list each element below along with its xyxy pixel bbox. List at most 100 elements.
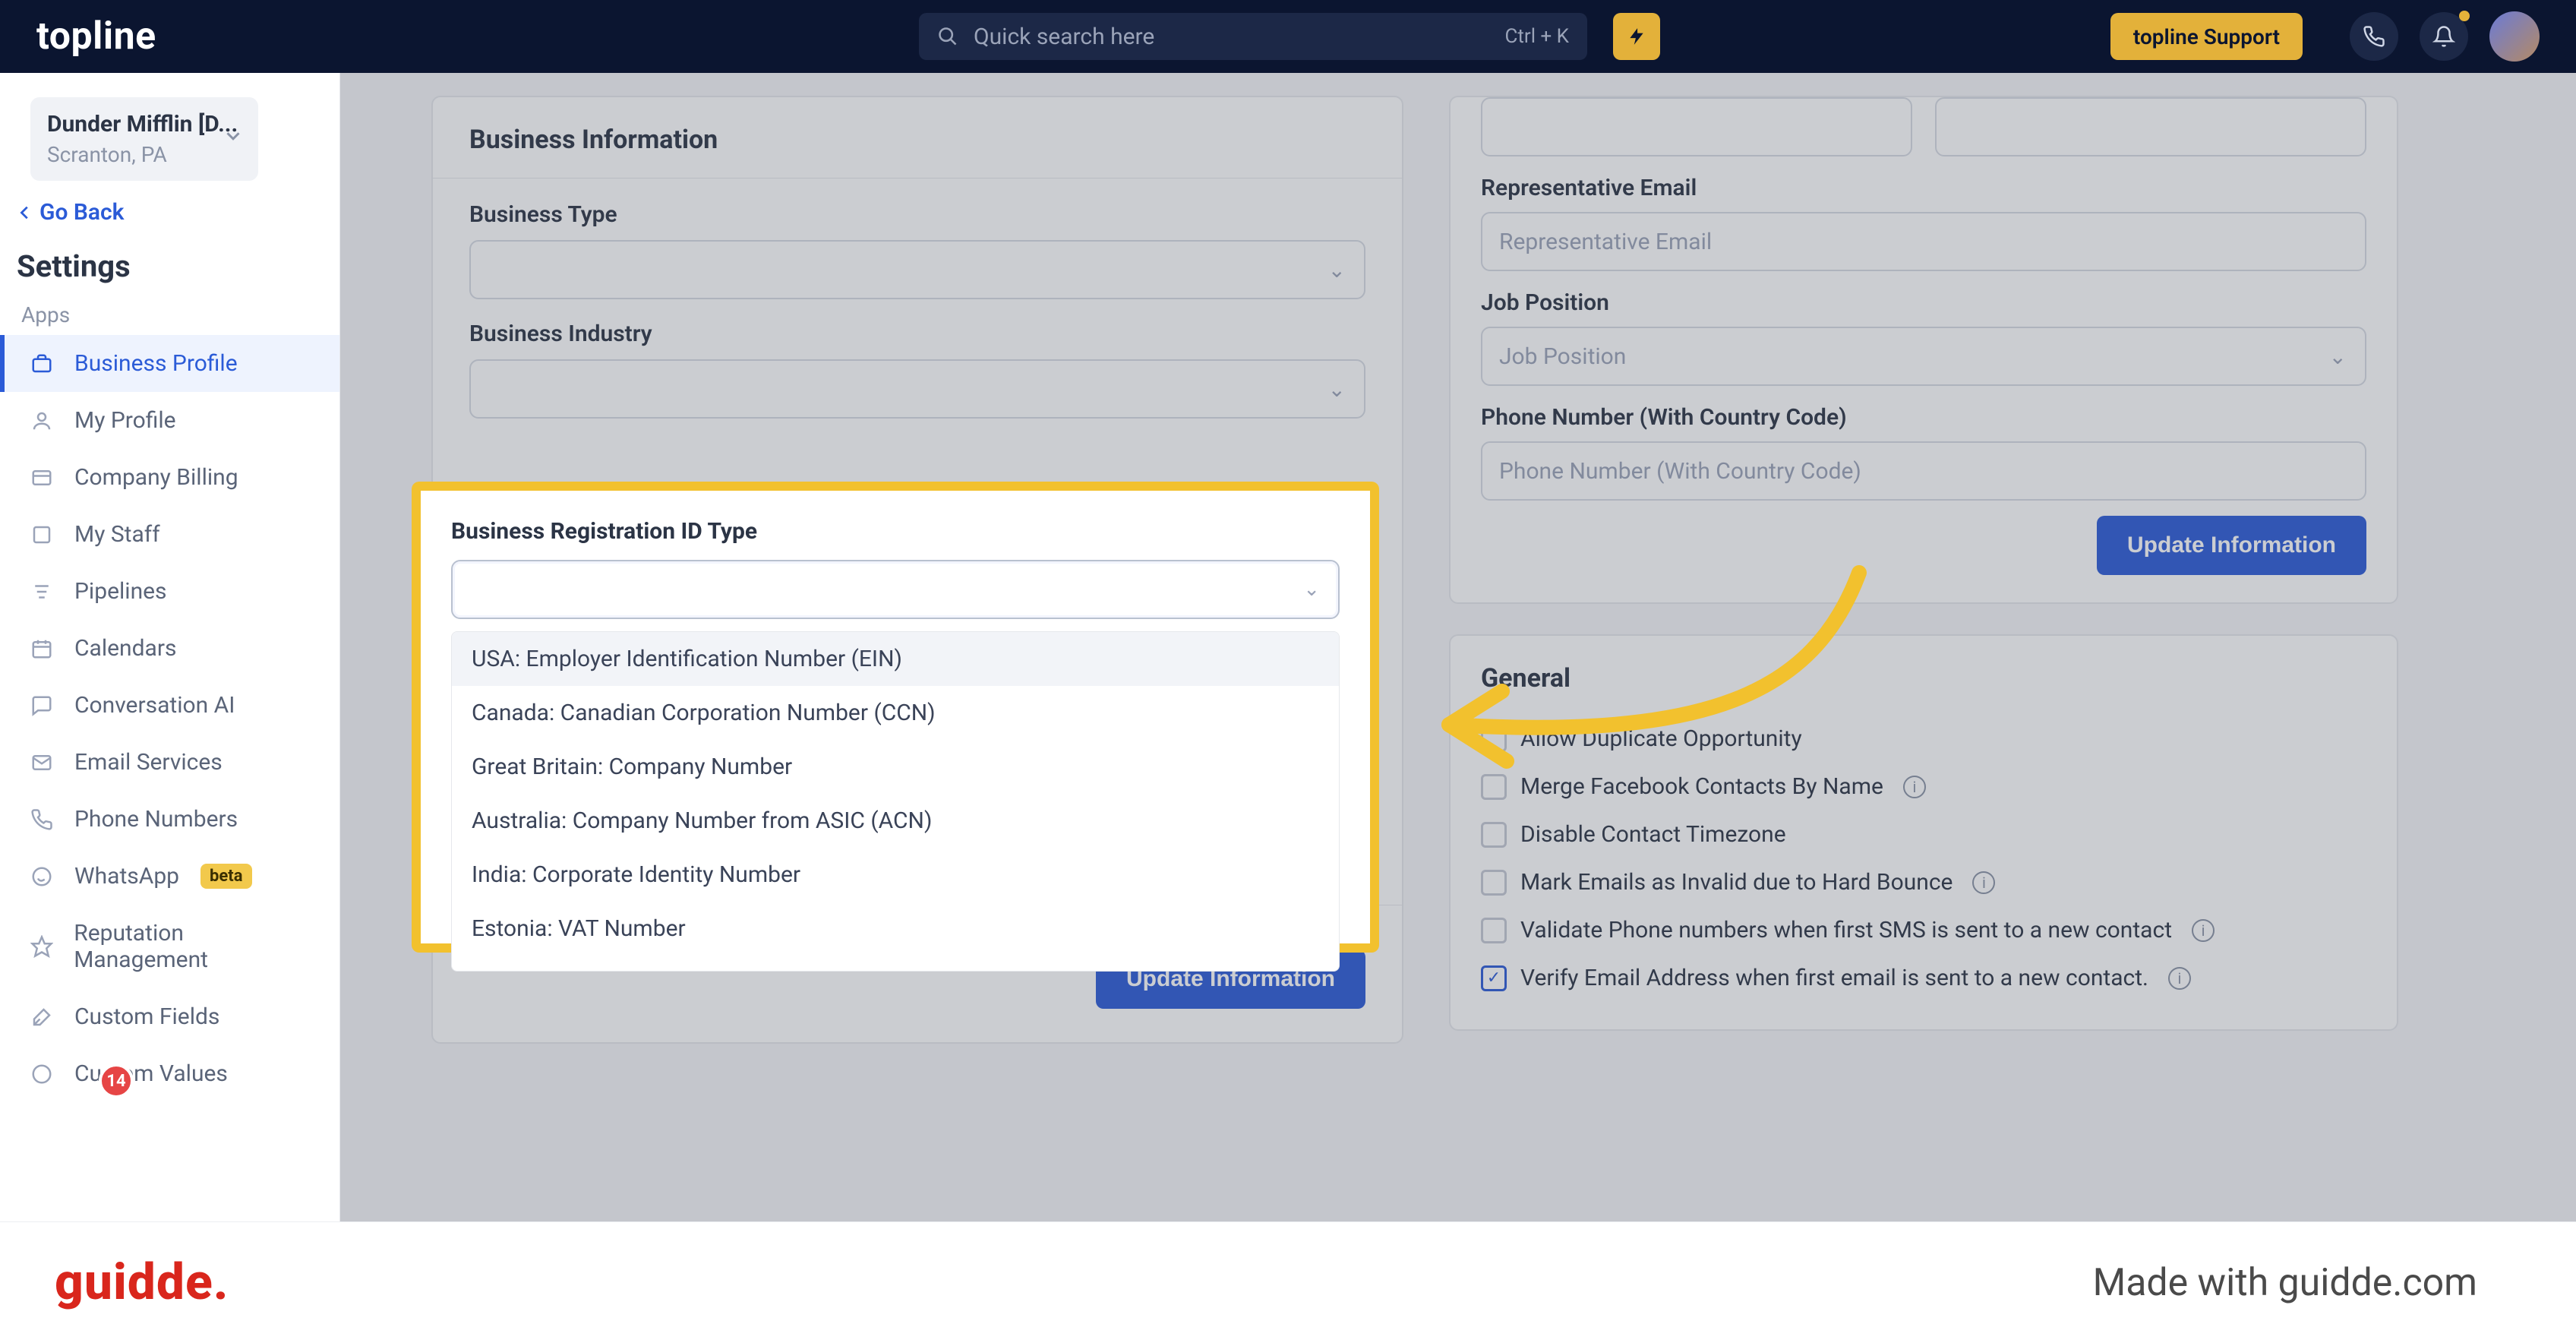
topbar: topline Quick search here Ctrl + K topli… [0, 0, 2576, 73]
nav-label: Custom Fields [74, 1003, 219, 1030]
last-name-input[interactable]: Last Name [1935, 97, 2366, 156]
dropdown-option[interactable]: Great Britain: Company Number [452, 740, 1339, 794]
nav-my-profile[interactable]: My Profile [0, 392, 339, 449]
update-label: Update Information [2127, 532, 2336, 558]
chevron-down-icon: ⌄ [1303, 578, 1320, 601]
sidebar-count-badge: 14 [99, 1063, 134, 1098]
bell-icon[interactable] [2420, 12, 2468, 61]
info-icon[interactable]: i [2168, 967, 2191, 990]
business-industry-field: Business Industry ⌄ [433, 321, 1402, 419]
workspace-name: Dunder Mifflin [D... [47, 111, 242, 137]
nav-company-billing[interactable]: Company Billing [0, 449, 339, 506]
business-type-select[interactable]: ⌄ [469, 240, 1365, 299]
chevron-down-icon [222, 125, 245, 147]
dropdown-option[interactable]: Romania: VAT Registration Number [452, 956, 1339, 972]
chevron-down-icon: ⌄ [1328, 377, 1346, 402]
nav-label: Company Billing [74, 464, 238, 491]
reg-id-type-select[interactable]: ⌄ [451, 560, 1340, 619]
phone-icon[interactable] [2350, 12, 2398, 61]
nav-business-profile[interactable]: Business Profile [0, 335, 339, 392]
go-back-link[interactable]: Go Back [17, 199, 339, 226]
bolt-button[interactable] [1613, 13, 1660, 60]
opt-mark-invalid[interactable]: ✓ Mark Emails as Invalid due to Hard Bou… [1481, 858, 2366, 906]
job-position-label: Job Position [1481, 289, 2366, 316]
chevron-down-icon: ⌄ [1328, 258, 1346, 283]
nav-whatsapp[interactable]: WhatsApp beta [0, 848, 339, 905]
briefcase-icon [30, 352, 58, 375]
annotation-arrow [1388, 482, 1965, 861]
phone-label: Phone Number (With Country Code) [1481, 404, 2366, 431]
info-icon[interactable]: i [2192, 919, 2215, 942]
notification-dot [2459, 11, 2470, 21]
go-back-label: Go Back [39, 199, 125, 226]
dropdown-option[interactable]: Australia: Company Number from ASIC (ACN… [452, 794, 1339, 848]
nav-label: Calendars [74, 635, 177, 662]
job-position-select[interactable]: Job Position ⌄ [1481, 327, 2366, 386]
dropdown-option[interactable]: USA: Employer Identification Number (EIN… [452, 632, 1339, 686]
checkbox-icon: ✓ [1481, 965, 1507, 991]
settings-title: Settings [17, 248, 339, 284]
sidebar: Dunder Mifflin [D... Scranton, PA Go Bac… [0, 73, 340, 1221]
dropdown-option[interactable]: India: Corporate Identity Number [452, 848, 1339, 902]
chevron-down-icon: ⌄ [2329, 344, 2347, 369]
first-name-input[interactable]: First Name [1481, 97, 1912, 156]
nav-label: My Staff [74, 521, 160, 548]
opt-verify-email[interactable]: ✓ Verify Email Address when first email … [1481, 954, 2366, 1002]
search-shortcut: Ctrl + K [1504, 25, 1569, 48]
opt-label: Validate Phone numbers when first SMS is… [1520, 917, 2172, 943]
nav-label: WhatsApp [74, 863, 179, 890]
app-logo: topline [36, 14, 156, 58]
avatar[interactable] [2489, 11, 2540, 62]
nav-email-services[interactable]: Email Services [0, 734, 339, 791]
nav-my-staff[interactable]: My Staff [0, 506, 339, 563]
dropdown-option[interactable]: Canada: Canadian Corporation Number (CCN… [452, 686, 1339, 740]
opt-label: Verify Email Address when first email is… [1520, 965, 2148, 991]
nav-reputation[interactable]: Reputation Management [0, 905, 339, 988]
billing-icon [30, 466, 58, 489]
update-info-button-right[interactable]: Update Information [2097, 516, 2366, 575]
beta-badge: beta [200, 864, 251, 889]
support-button[interactable]: topline Support [2110, 13, 2303, 60]
whatsapp-icon [30, 865, 58, 888]
nav-custom-values[interactable]: Custom Values [0, 1045, 339, 1102]
checkbox-icon: ✓ [1481, 870, 1507, 896]
rep-email-input[interactable]: Representative Email [1481, 212, 2366, 271]
phone-ph: Phone Number (With Country Code) [1499, 458, 1861, 485]
job-ph: Job Position [1499, 343, 1626, 370]
nav-label: Phone Numbers [74, 806, 238, 833]
nav-calendars[interactable]: Calendars [0, 620, 339, 677]
info-icon[interactable]: i [1972, 871, 1995, 894]
support-label: topline Support [2133, 24, 2280, 49]
nav-pipelines[interactable]: Pipelines [0, 563, 339, 620]
nav-conversation-ai[interactable]: Conversation AI [0, 677, 339, 734]
body: Dunder Mifflin [D... Scranton, PA Go Bac… [0, 73, 2576, 1221]
business-industry-select[interactable]: ⌄ [469, 359, 1365, 419]
nav-phone-numbers[interactable]: Phone Numbers [0, 791, 339, 848]
pipeline-icon [30, 580, 58, 603]
chat-icon [30, 694, 58, 717]
opt-label: Mark Emails as Invalid due to Hard Bounc… [1520, 869, 1953, 896]
dropdown-option[interactable]: Estonia: VAT Number [452, 902, 1339, 956]
nav-label: Business Profile [74, 350, 238, 377]
opt-validate-phone[interactable]: ✓ Validate Phone numbers when first SMS … [1481, 906, 2366, 954]
nav-label: Conversation AI [74, 692, 235, 719]
main: Business Information Business Type ⌄ Bus… [340, 73, 2576, 1221]
panel-title: Business Information [433, 125, 1402, 155]
workspace-location: Scranton, PA [47, 142, 242, 167]
workspace-switcher[interactable]: Dunder Mifflin [D... Scranton, PA [30, 97, 258, 181]
values-icon [30, 1063, 58, 1085]
mail-icon [30, 751, 58, 774]
business-type-label: Business Type [469, 201, 1365, 228]
nav-label: My Profile [74, 407, 176, 434]
quick-search[interactable]: Quick search here Ctrl + K [919, 13, 1587, 60]
rep-email-label: Representative Email [1481, 175, 2366, 201]
fields-icon [30, 1006, 58, 1029]
reg-id-type-dropdown: USA: Employer Identification Number (EIN… [451, 631, 1340, 972]
staff-icon [30, 523, 58, 546]
business-industry-label: Business Industry [469, 321, 1365, 347]
search-icon [937, 26, 958, 47]
nav-custom-fields[interactable]: Custom Fields [0, 988, 339, 1045]
business-type-field: Business Type ⌄ [433, 201, 1402, 299]
highlight-reg-id-type: Business Registration ID Type ⌄ USA: Emp… [412, 482, 1379, 953]
nav-label: Email Services [74, 749, 223, 776]
